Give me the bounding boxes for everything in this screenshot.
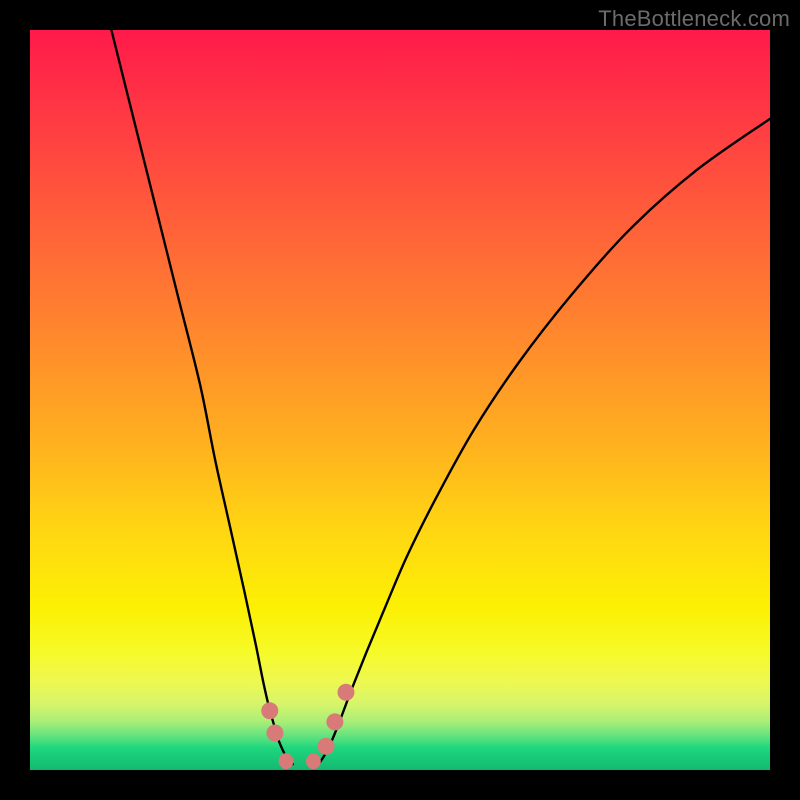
outer-frame: TheBottleneck.com: [0, 0, 800, 800]
curve-right: [319, 119, 770, 764]
marker-dot: [326, 713, 343, 730]
curve-layer: [30, 30, 770, 770]
gradient-plot-area: [30, 30, 770, 770]
watermark-text: TheBottleneck.com: [598, 6, 790, 32]
marker-dot: [318, 738, 335, 755]
marker-bar: [279, 753, 294, 769]
marker-bar: [306, 753, 321, 769]
curve-left: [111, 30, 292, 764]
trough-markers: [261, 684, 354, 769]
marker-dot: [337, 684, 354, 701]
marker-dot: [266, 725, 283, 742]
marker-dot: [261, 702, 278, 719]
